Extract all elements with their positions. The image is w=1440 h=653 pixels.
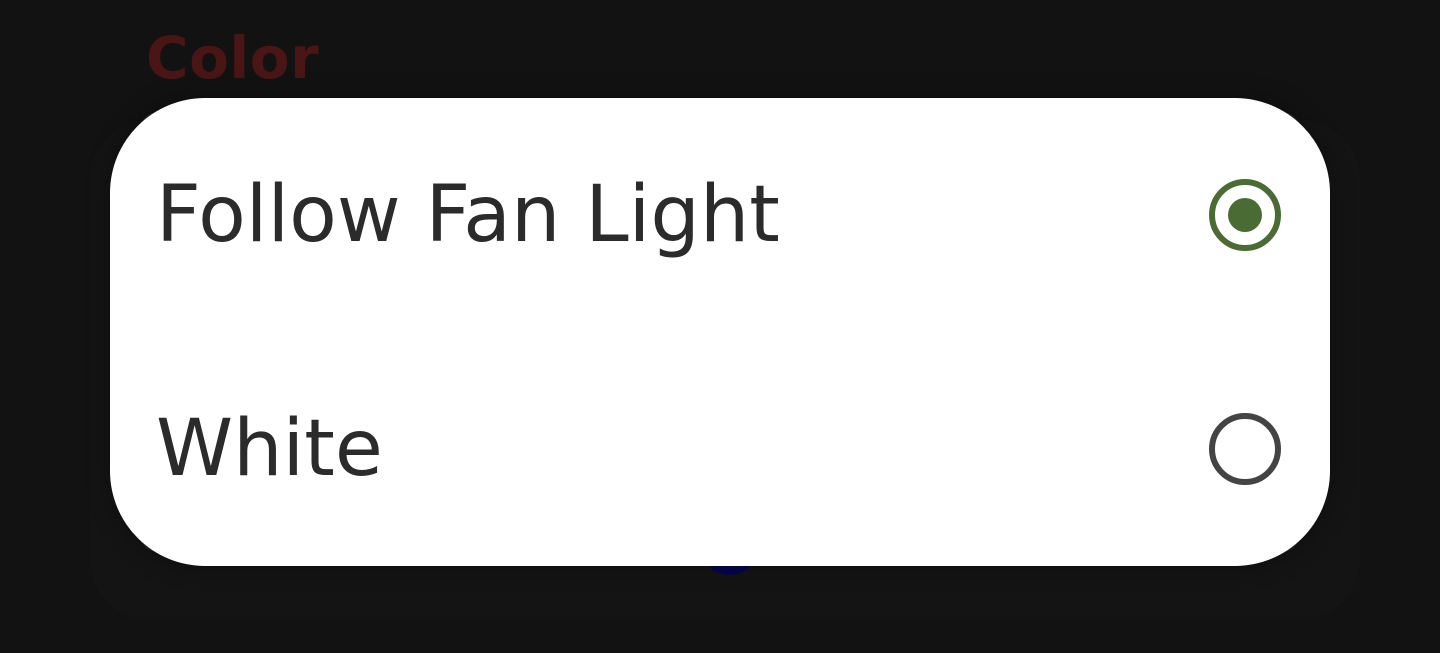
option-follow-fan-light[interactable]: Follow Fan Light	[110, 98, 1330, 332]
option-white[interactable]: White	[110, 332, 1330, 566]
color-options-dialog: Follow Fan Light White	[110, 98, 1330, 566]
option-label: White	[156, 404, 383, 494]
radio-selected-dot-icon	[1228, 198, 1262, 232]
screen: Color Follow Fan Light White	[0, 0, 1440, 653]
option-label: Follow Fan Light	[156, 170, 780, 260]
radio-button-selected[interactable]	[1209, 179, 1281, 251]
section-title-color: Color	[146, 24, 320, 92]
radio-button-unselected[interactable]	[1209, 413, 1281, 485]
